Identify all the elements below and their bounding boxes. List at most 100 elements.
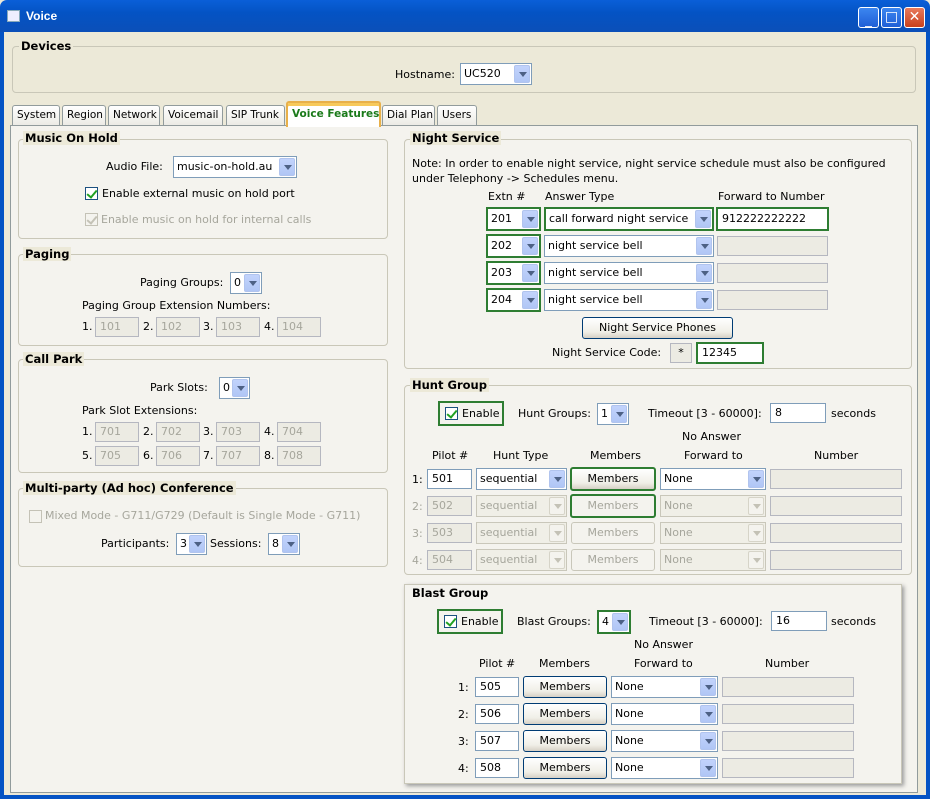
hunt-forward-select[interactable]: None [660, 495, 766, 517]
mixed-mode-checkbox[interactable] [29, 510, 42, 523]
hostname-select[interactable]: UC520 [460, 63, 532, 85]
external-moh-checkbox[interactable] [85, 187, 98, 200]
park-slots-select[interactable]: 0 [219, 377, 250, 399]
tab-region[interactable]: Region [62, 105, 106, 125]
hunt-forward-select[interactable]: None [660, 522, 766, 544]
tab-sip-trunk[interactable]: SIP Trunk [226, 105, 285, 125]
night-extn-select[interactable]: 204 [486, 288, 541, 312]
tab-system[interactable]: System [12, 105, 60, 125]
night-answer-select[interactable]: night service bell [544, 235, 714, 257]
hunt-forward-select[interactable]: None [660, 549, 766, 571]
tab-users[interactable]: Users [437, 105, 477, 125]
blast-number-input[interactable] [722, 677, 854, 697]
hunt-type-select[interactable]: sequential [476, 495, 567, 517]
blast-pilot-input[interactable]: 507 [475, 731, 519, 751]
blast-forward-select[interactable]: None [611, 676, 718, 698]
hunt-enable-box[interactable]: Enable [438, 401, 504, 426]
blast-forward-select[interactable]: None [611, 730, 718, 752]
night-extn-select[interactable]: 203 [486, 261, 541, 285]
park-ext-input[interactable]: 708 [277, 446, 321, 466]
hunt-pilot-input[interactable]: 504 [427, 550, 472, 570]
paging-ext-input[interactable]: 104 [277, 317, 321, 337]
row-index: 3: [412, 527, 423, 540]
chevron-down-icon [549, 497, 565, 515]
blast-enable-box[interactable]: Enable [437, 609, 503, 634]
blast-pilot-input[interactable]: 505 [475, 677, 519, 697]
blast-number-input[interactable] [722, 758, 854, 778]
hunt-number-input[interactable] [770, 496, 902, 516]
night-service-phones-button[interactable]: Night Service Phones [582, 317, 733, 339]
mixed-mode-label: Mixed Mode - G711/G729 (Default is Singl… [45, 509, 361, 522]
window-icon [7, 10, 20, 22]
park-ext-input[interactable]: 703 [216, 422, 260, 442]
blast-groups-select[interactable]: 4 [597, 610, 631, 634]
hunt-members-button[interactable]: Members [570, 467, 656, 491]
park-ext-input[interactable]: 702 [156, 422, 200, 442]
park-ext-input[interactable]: 701 [95, 422, 139, 442]
participants-select[interactable]: 3 [176, 533, 207, 555]
park-ext-input[interactable]: 707 [216, 446, 260, 466]
blast-number-input[interactable] [722, 731, 854, 751]
chevron-down-icon [522, 210, 538, 228]
blast-pilot-input[interactable]: 506 [475, 704, 519, 724]
index-label: 3. [203, 320, 214, 333]
internal-moh-checkbox[interactable] [85, 213, 98, 226]
blast-number-input[interactable] [722, 704, 854, 724]
tab-network[interactable]: Network [108, 105, 160, 125]
night-forward-input[interactable] [717, 290, 828, 310]
hunt-number-input[interactable] [770, 469, 902, 489]
hunt-type-select[interactable]: sequential [476, 468, 567, 490]
audio-file-select[interactable]: music-on-hold.au [173, 156, 297, 178]
sessions-select[interactable]: 8 [268, 533, 300, 555]
hunt-type-select[interactable]: sequential [476, 549, 567, 571]
hunt-members-button[interactable]: Members [571, 522, 655, 544]
tab-dial-plan[interactable]: Dial Plan [382, 105, 435, 125]
hunt-enable-label: Enable [462, 407, 500, 420]
night-forward-input[interactable]: 912222222222 [716, 207, 829, 231]
night-answer-select[interactable]: night service bell [544, 262, 714, 284]
night-forward-input[interactable] [717, 263, 828, 283]
night-extn-select[interactable]: 202 [486, 234, 541, 258]
maximize-button[interactable]: □ [881, 7, 902, 28]
paging-ext-input[interactable]: 102 [156, 317, 200, 337]
hunt-pilot-input[interactable]: 502 [427, 496, 472, 516]
blast-pilot-input[interactable]: 508 [475, 758, 519, 778]
hunt-groups-select[interactable]: 1 [597, 403, 629, 425]
tab-voicemail[interactable]: Voicemail [163, 105, 223, 125]
hunt-timeout-label: Timeout [3 - 60000]: [648, 407, 762, 420]
chevron-down-icon [549, 470, 565, 488]
hunt-members-button[interactable]: Members [571, 549, 655, 571]
hunt-pilot-input[interactable]: 501 [427, 469, 472, 489]
blast-enable-checkbox[interactable] [444, 615, 457, 628]
close-button[interactable]: ✕ [904, 7, 925, 28]
blast-members-button[interactable]: Members [523, 676, 607, 698]
blast-timeout-input[interactable]: 16 [771, 611, 827, 631]
hunt-pilot-input[interactable]: 503 [427, 523, 472, 543]
hunt-number-input[interactable] [770, 550, 902, 570]
park-ext-input[interactable]: 706 [156, 446, 200, 466]
blast-members-button[interactable]: Members [523, 703, 607, 725]
blast-forward-select[interactable]: None [611, 703, 718, 725]
paging-groups-select[interactable]: 0 [230, 272, 262, 294]
hunt-enable-checkbox[interactable] [445, 407, 458, 420]
park-ext-input[interactable]: 705 [95, 446, 139, 466]
hunt-timeout-input[interactable]: 8 [770, 403, 826, 423]
hunt-number-input[interactable] [770, 523, 902, 543]
blast-forward-select[interactable]: None [611, 757, 718, 779]
night-answer-select[interactable]: call forward night service [544, 207, 714, 231]
night-extn-select[interactable]: 201 [486, 207, 541, 231]
tab-voice-features[interactable]: Voice Features [286, 101, 381, 127]
park-ext-input[interactable]: 704 [277, 422, 321, 442]
blast-members-button[interactable]: Members [523, 730, 607, 752]
paging-ext-input[interactable]: 101 [95, 317, 139, 337]
paging-ext-input[interactable]: 103 [216, 317, 260, 337]
night-code-input[interactable]: 12345 [696, 342, 764, 364]
minimize-button[interactable]: _ [858, 7, 879, 28]
blast-members-button[interactable]: Members [523, 757, 607, 779]
hunt-members-button[interactable]: Members [570, 494, 656, 518]
night-answer-select[interactable]: night service bell [544, 289, 714, 311]
hunt-type-select[interactable]: sequential [476, 522, 567, 544]
chevron-down-icon [279, 158, 295, 176]
night-forward-input[interactable] [717, 236, 828, 256]
hunt-forward-select[interactable]: None [660, 468, 766, 490]
